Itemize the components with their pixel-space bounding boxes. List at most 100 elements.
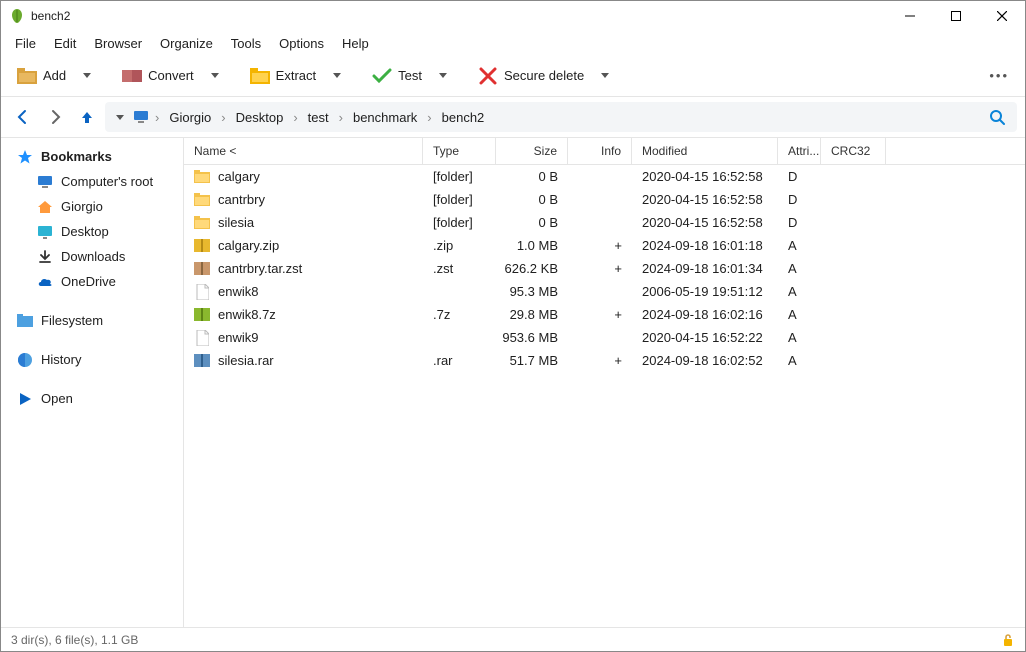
crumb-2[interactable]: test [304,108,333,127]
cell-attributes: D [778,211,821,234]
cell-name: enwik9 [218,330,258,345]
table-row[interactable]: cantrbry.tar.zst.zst626.2 KB+2024-09-18 … [184,257,1025,280]
sidebar-item-computers-root[interactable]: Computer's root [1,169,183,194]
sidebar-bookmarks[interactable]: Bookmarks [1,144,183,169]
table-row[interactable]: silesia.rar.rar51.7 MB+2024-09-18 16:02:… [184,349,1025,372]
sidebar-open[interactable]: Open [1,386,183,411]
back-button[interactable] [9,103,37,131]
sidebar-item-onedrive[interactable]: OneDrive [1,269,183,294]
test-dropdown[interactable] [434,60,452,92]
convert-button[interactable]: Convert [114,60,202,92]
sidebar-filesystem[interactable]: Filesystem [1,308,183,333]
table-row[interactable]: calgary[folder]0 B2020-04-15 16:52:58D [184,165,1025,188]
cell-size: 51.7 MB [496,349,568,372]
header-attributes[interactable]: Attri... [778,138,821,164]
test-label: Test [398,68,422,83]
table-row[interactable]: calgary.zip.zip1.0 MB+2024-09-18 16:01:1… [184,234,1025,257]
window-controls [887,1,1025,31]
header-type[interactable]: Type [423,138,496,164]
crumb-3[interactable]: benchmark [349,108,421,127]
cell-name: cantrbry.tar.zst [218,261,302,276]
menu-tools[interactable]: Tools [223,33,269,54]
table-row[interactable]: silesia[folder]0 B2020-04-15 16:52:58D [184,211,1025,234]
file-type-icon [194,192,210,208]
cell-attributes: D [778,188,821,211]
desktop-icon [37,224,53,240]
table-row[interactable]: enwik8.7z.7z29.8 MB+2024-09-18 16:02:16A [184,303,1025,326]
close-button[interactable] [979,1,1025,31]
cell-crc32 [821,165,886,188]
menu-file[interactable]: File [7,33,44,54]
crumb-1[interactable]: Desktop [232,108,288,127]
file-type-icon [194,353,210,369]
cell-size: 626.2 KB [496,257,568,280]
convert-icon [122,66,142,86]
crumb-0[interactable]: Giorgio [165,108,215,127]
sidebar-item-downloads[interactable]: Downloads [1,244,183,269]
cell-modified: 2020-04-15 16:52:58 [632,165,778,188]
convert-dropdown[interactable] [206,60,224,92]
minimize-button[interactable] [887,1,933,31]
cell-info: + [568,257,632,280]
extract-label: Extract [276,68,316,83]
add-label: Add [43,68,66,83]
globe-icon [17,352,33,368]
sidebar-item-desktop[interactable]: Desktop [1,219,183,244]
sidebar-history[interactable]: History [1,347,183,372]
cell-modified: 2024-09-18 16:02:16 [632,303,778,326]
header-modified[interactable]: Modified [632,138,778,164]
x-icon [478,66,498,86]
cell-size: 1.0 MB [496,234,568,257]
cell-size: 0 B [496,165,568,188]
test-button[interactable]: Test [364,60,430,92]
cell-size: 95.3 MB [496,280,568,303]
header-crc32[interactable]: CRC32 [821,138,886,164]
checkmark-icon [372,66,392,86]
menu-browser[interactable]: Browser [86,33,150,54]
extract-button[interactable]: Extract [242,60,324,92]
crumb-4[interactable]: bench2 [438,108,489,127]
monitor-icon [133,109,149,125]
maximize-button[interactable] [933,1,979,31]
secure-delete-dropdown[interactable] [596,60,614,92]
table-row[interactable]: enwik9953.6 MB2020-04-15 16:52:22A [184,326,1025,349]
forward-button[interactable] [41,103,69,131]
add-button[interactable]: Add [9,60,74,92]
table-row[interactable]: cantrbry[folder]0 B2020-04-15 16:52:58D [184,188,1025,211]
add-dropdown[interactable] [78,60,96,92]
cell-name: silesia.rar [218,353,274,368]
breadcrumb-dropdown[interactable] [111,106,129,128]
cell-size: 29.8 MB [496,303,568,326]
folder-icon [17,313,33,329]
menu-organize[interactable]: Organize [152,33,221,54]
sidebar-item-label: Bookmarks [41,149,112,164]
extract-dropdown[interactable] [328,60,346,92]
overflow-button[interactable]: ••• [981,60,1017,92]
cell-modified: 2024-09-18 16:02:52 [632,349,778,372]
cell-modified: 2020-04-15 16:52:22 [632,326,778,349]
menu-edit[interactable]: Edit [46,33,84,54]
up-button[interactable] [73,103,101,131]
header-name[interactable]: Name < [184,138,423,164]
file-type-icon [194,307,210,323]
menu-options[interactable]: Options [271,33,332,54]
app-window: bench2 File Edit Browser Organize Tools … [0,0,1026,652]
rows: calgary[folder]0 B2020-04-15 16:52:58Dca… [184,165,1025,627]
table-row[interactable]: enwik895.3 MB2006-05-19 19:51:12A [184,280,1025,303]
cell-crc32 [821,211,886,234]
extract-icon [250,66,270,86]
cell-info: + [568,349,632,372]
menu-help[interactable]: Help [334,33,377,54]
search-button[interactable] [983,103,1011,131]
cell-type [423,280,496,303]
header-info[interactable]: Info [568,138,632,164]
cell-attributes: A [778,303,821,326]
cell-type: [folder] [423,188,496,211]
file-type-icon [194,215,210,231]
header-size[interactable]: Size [496,138,568,164]
cell-crc32 [821,349,886,372]
cell-info [568,326,632,349]
cell-name: enwik8.7z [218,307,276,322]
sidebar-item-giorgio[interactable]: Giorgio [1,194,183,219]
secure-delete-button[interactable]: Secure delete [470,60,592,92]
